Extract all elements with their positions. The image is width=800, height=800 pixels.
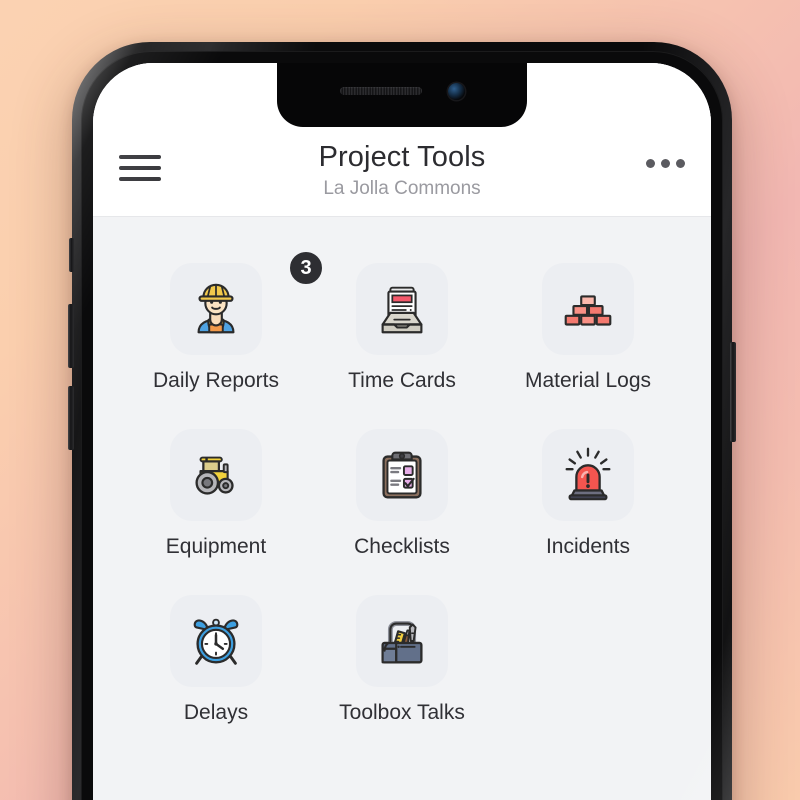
grid-item-daily-reports[interactable]: 3 Daily Reports bbox=[123, 249, 325, 393]
phone-bezel: Project Tools La Jolla Commons 3 Daily R… bbox=[81, 51, 723, 800]
grid-item-delays[interactable]: Delays bbox=[123, 595, 309, 725]
grid-item-toolbox-talks[interactable]: Toolbox Talks bbox=[309, 595, 495, 725]
grid-item-checklists[interactable]: Checklists bbox=[309, 429, 495, 559]
document-tray-icon bbox=[381, 286, 423, 334]
volume-up-button[interactable] bbox=[68, 304, 74, 368]
dot bbox=[676, 159, 685, 168]
tile-toolbox-talks[interactable] bbox=[356, 595, 448, 688]
tile-delays[interactable] bbox=[170, 595, 262, 688]
phone-device: Project Tools La Jolla Commons 3 Daily R… bbox=[68, 42, 736, 800]
alarm-siren-icon bbox=[565, 447, 611, 501]
power-button[interactable] bbox=[730, 342, 736, 442]
tile-time-cards[interactable] bbox=[356, 263, 448, 356]
tools-grid: 3 Daily Reports Time Cards Material Logs… bbox=[93, 217, 711, 800]
tile-daily-reports[interactable] bbox=[170, 263, 262, 356]
grid-item-label: Toolbox Talks bbox=[339, 701, 465, 725]
grid-item-label: Delays bbox=[183, 701, 249, 725]
app-root: Project Tools La Jolla Commons 3 Daily R… bbox=[93, 63, 711, 800]
alarm-clock-icon bbox=[193, 618, 239, 665]
page-title: Project Tools bbox=[318, 141, 486, 173]
dot bbox=[646, 159, 655, 168]
clipboard-checklist-icon bbox=[382, 451, 422, 499]
dot bbox=[661, 159, 670, 168]
grid-item-material-logs[interactable]: Material Logs bbox=[495, 263, 681, 393]
grid-item-incidents[interactable]: Incidents bbox=[495, 429, 681, 559]
more-options-icon[interactable] bbox=[643, 139, 685, 168]
toolbox-icon bbox=[381, 621, 423, 664]
hamburger-bar bbox=[119, 155, 161, 159]
page-subtitle: La Jolla Commons bbox=[323, 178, 481, 200]
grid-item-label: Material Logs bbox=[524, 369, 652, 393]
tile-checklists[interactable] bbox=[356, 429, 448, 522]
speaker-grille-icon bbox=[339, 87, 422, 95]
phone-notch bbox=[277, 63, 527, 127]
phone-screen: Project Tools La Jolla Commons 3 Daily R… bbox=[93, 63, 711, 800]
grid-item-label: Incidents bbox=[545, 535, 631, 559]
tile-incidents[interactable] bbox=[542, 429, 634, 522]
tile-material-logs[interactable] bbox=[542, 263, 634, 356]
volume-down-button[interactable] bbox=[68, 386, 74, 450]
brick-wall-icon bbox=[564, 295, 612, 326]
grid-item-time-cards[interactable]: Time Cards bbox=[309, 263, 495, 393]
silent-switch-button[interactable] bbox=[69, 238, 74, 272]
grid-item-equipment[interactable]: Equipment bbox=[123, 429, 309, 559]
grid-item-label: Daily Reports bbox=[152, 369, 280, 393]
grid-item-label: Equipment bbox=[165, 535, 267, 559]
hamburger-bar bbox=[119, 177, 161, 181]
grid-item-label: Time Cards bbox=[348, 369, 456, 393]
tractor-icon bbox=[195, 456, 234, 495]
app-bar-titles: Project Tools La Jolla Commons bbox=[161, 139, 643, 200]
hamburger-menu-icon[interactable] bbox=[119, 139, 161, 181]
grid-item-label: Checklists bbox=[354, 535, 450, 559]
hamburger-bar bbox=[119, 166, 161, 170]
tile-equipment[interactable] bbox=[170, 429, 262, 522]
construction-worker-icon bbox=[197, 283, 235, 334]
front-camera-icon bbox=[447, 82, 465, 100]
